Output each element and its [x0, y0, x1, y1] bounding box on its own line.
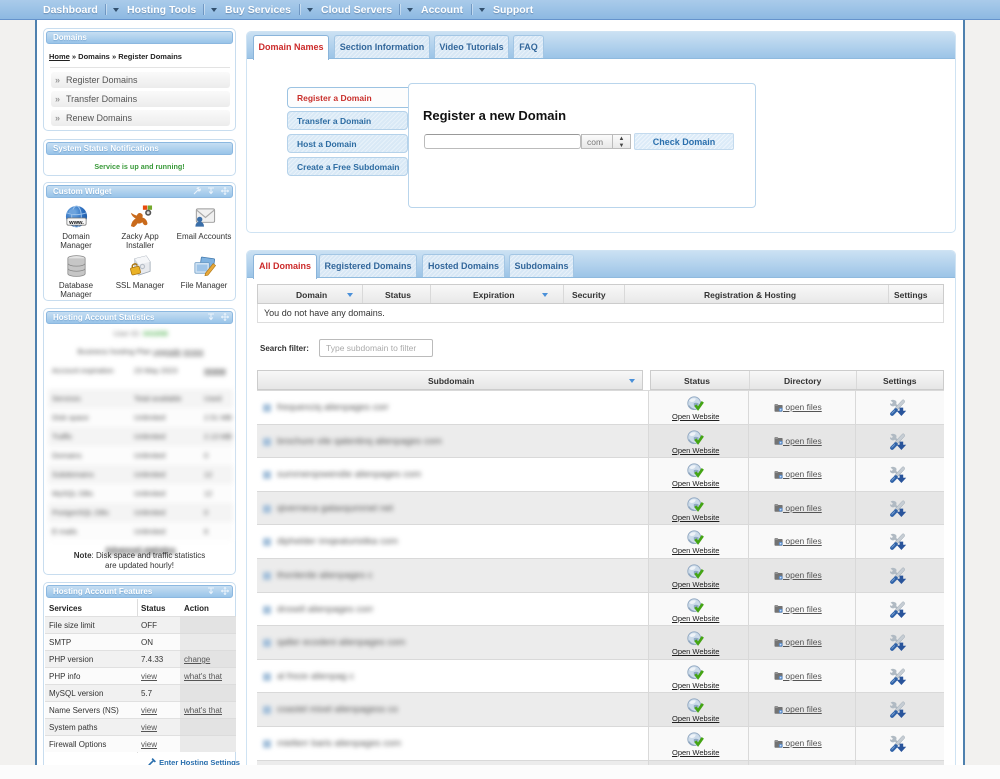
svg-text:www.: www.: [68, 220, 84, 226]
